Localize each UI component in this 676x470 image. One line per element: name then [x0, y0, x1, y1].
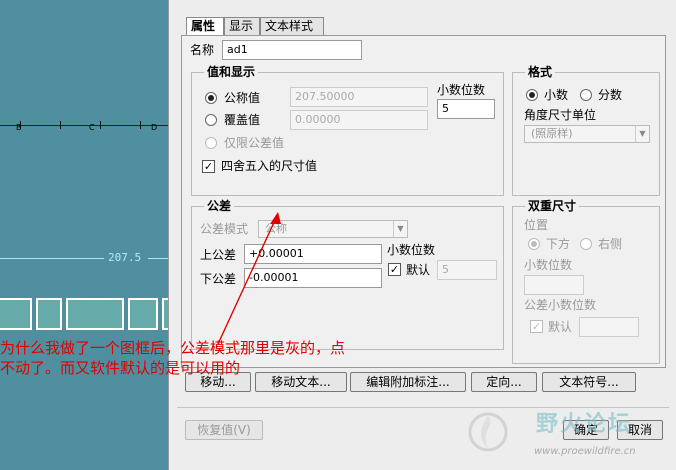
- annotation-line-2: 不动了。而又软件默认的是可以用的: [0, 359, 241, 377]
- annotation-line-1: 为什么我做了一个图框后，公差模式那里是灰的，点: [0, 339, 346, 357]
- annotation-arrow: [217, 212, 281, 345]
- annotation-question: 为什么我做了一个图框后，公差模式那里是灰的，点 不动了。而又软件默认的是可以用的: [0, 338, 345, 378]
